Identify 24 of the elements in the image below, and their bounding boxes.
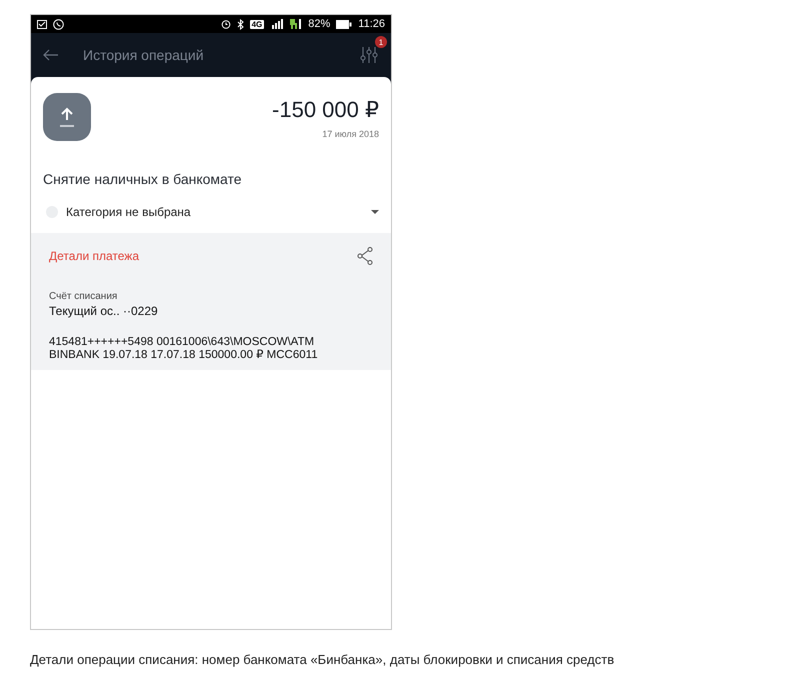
payment-details-text: 415481++++++5498 00161006\643\MOSCOW\ATM BINBANK 19.07.18 17.07.18 150000.00 ₽ MCC6011 [49, 336, 319, 362]
caption: Детали операции списания: номер банкомата «Бинбанка», даты блокировки и списания средств [30, 652, 616, 667]
details-title: Детали платежа [49, 249, 139, 263]
alarm-icon [220, 19, 231, 29]
dropdown-caret-icon[interactable] [371, 210, 379, 214]
network-label: 4G [250, 20, 264, 28]
share-icon[interactable] [357, 247, 373, 265]
bluetooth-icon [236, 18, 244, 30]
signal-icon [290, 19, 302, 29]
operation-description: Снятие наличных в банкомате [42, 170, 243, 187]
account-value: Текущий ос.. ··0229 [49, 304, 159, 318]
filter-badge: 1 [375, 36, 387, 48]
filter-icon[interactable] [359, 45, 379, 65]
battery-icon [336, 20, 352, 28]
battery-percent: 82% [308, 18, 330, 30]
account-label: Счёт списания [49, 291, 118, 302]
amount: -150 000 ₽ [272, 97, 379, 123]
screen-title: История операций [83, 47, 205, 63]
clock-time: 11:26 [358, 18, 385, 30]
category-dropdown[interactable]: Категория не выбрана [31, 187, 391, 233]
back-arrow-icon[interactable] [43, 49, 59, 61]
operation-date: 17 июля 2018 [322, 129, 379, 139]
signal-icon [270, 19, 284, 29]
withdraw-icon [43, 93, 91, 141]
